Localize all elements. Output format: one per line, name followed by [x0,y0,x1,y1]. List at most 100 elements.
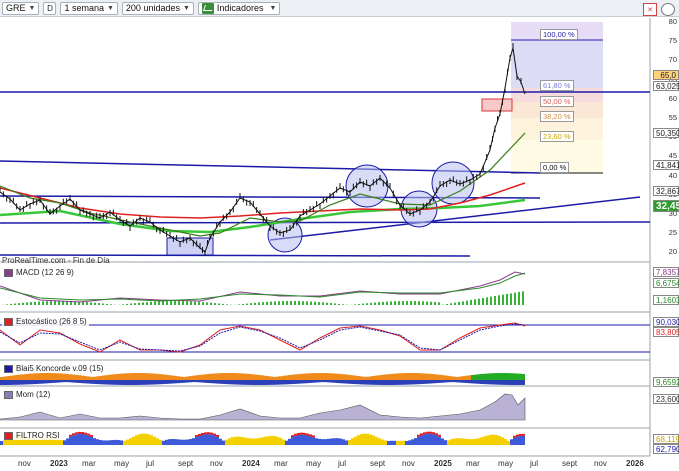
time-tick-label: nov [18,459,31,468]
koncorde-bar [336,373,339,380]
koncorde-bar [339,380,342,384]
koncorde-bar [456,376,459,380]
rsi-bar [69,436,72,445]
rsi-bar [249,438,252,445]
koncorde-bar [450,376,453,380]
koncorde-bar [471,380,474,384]
time-tick-label: mar [82,459,96,468]
koncorde-bar [447,380,450,383]
rsi-bar [417,434,420,437]
macd-bar [210,302,212,305]
macd-bar [190,301,192,305]
rsi-bar [423,432,426,435]
koncorde-bar [468,375,471,380]
koncorde-bar [111,374,114,380]
macd-hist-value: 1,1603 [653,295,679,305]
koncorde-bar [261,380,264,385]
koncorde-bar [3,376,6,380]
macd-bar [222,303,224,305]
koncorde-bar [249,380,252,385]
koncorde-bar [270,376,273,380]
time-tick-label: jul [146,459,155,468]
rsi-bar [426,431,429,434]
koncorde-bar [261,375,264,380]
koncorde-bar [345,374,348,380]
rsi-bar [102,440,105,445]
koncorde-bar [411,373,414,380]
fib-level-label: 23,60 % [540,131,574,142]
koncorde-bar [162,374,165,380]
rsi-bar [438,434,441,437]
koncorde-bar [366,380,369,385]
rsi-bar [498,435,501,445]
macd-bar [6,304,8,305]
rsi-bar [207,434,210,445]
koncorde-bar [27,373,30,380]
rsi-bar [306,435,309,445]
rsi-bar [90,436,93,445]
macd-bar [286,301,288,305]
koncorde-bar [6,380,9,385]
macd-bar [470,300,472,305]
mom-swatch [4,390,13,399]
koncorde-bar [417,373,420,380]
koncorde-bar [303,380,306,384]
macd-bar [354,304,356,305]
koncorde-bar [279,376,282,380]
rsi-bar [147,434,150,445]
rsi-bar [159,439,162,445]
koncorde-bar [105,375,108,380]
macd-bar [106,303,108,305]
koncorde-bar [363,376,366,380]
koncorde-bar [81,375,84,380]
macd-bar [162,301,164,305]
macd-bar [54,301,56,305]
macd-bar [202,302,204,305]
stoch-d-line [0,323,526,352]
rsi-bar [393,440,396,445]
koncorde-bar [135,380,138,385]
koncorde-bar [309,373,312,380]
koncorde-bar [72,380,75,383]
koncorde-bar [240,380,243,385]
macd-bar [250,303,252,305]
koncorde-bar [210,373,213,380]
koncorde-bar [138,380,141,385]
koncorde-bar [21,380,24,385]
koncorde-bar [219,373,222,380]
rsi-bar [387,440,390,445]
koncorde-bar [498,380,501,385]
rsi-bar [210,434,213,445]
pattern-circle [345,164,389,208]
rsi-bar [495,435,498,445]
macd-bar [14,303,16,305]
rsi-bar [204,432,207,435]
koncorde-bar [465,380,468,384]
macd-bar [498,295,500,305]
koncorde-bar [498,373,501,380]
rsi-bar [294,435,297,445]
koncorde-bar [300,373,303,380]
koncorde-bar [291,380,294,385]
koncorde-bar [378,375,381,380]
koncorde-bar [309,380,312,383]
koncorde-bar [276,380,279,385]
rsi-bar [309,436,312,445]
rsi-bar [126,439,129,445]
koncorde-bar [78,380,81,383]
koncorde-bar [327,380,330,383]
koncorde-bar [99,380,102,385]
koncorde-bar [414,380,417,385]
macd-bar [30,302,32,305]
koncorde-bar [54,380,57,383]
rsi-bar [372,435,375,445]
rsi-bar [201,433,204,436]
time-tick-label: nov [210,459,223,468]
rsi-bar [84,432,87,435]
koncorde-bar [450,380,453,383]
macd-bar [42,301,44,305]
koncorde-bar [429,380,432,384]
macd-bar [378,302,380,305]
macd-bar [98,303,100,305]
macd-bar [50,301,52,305]
